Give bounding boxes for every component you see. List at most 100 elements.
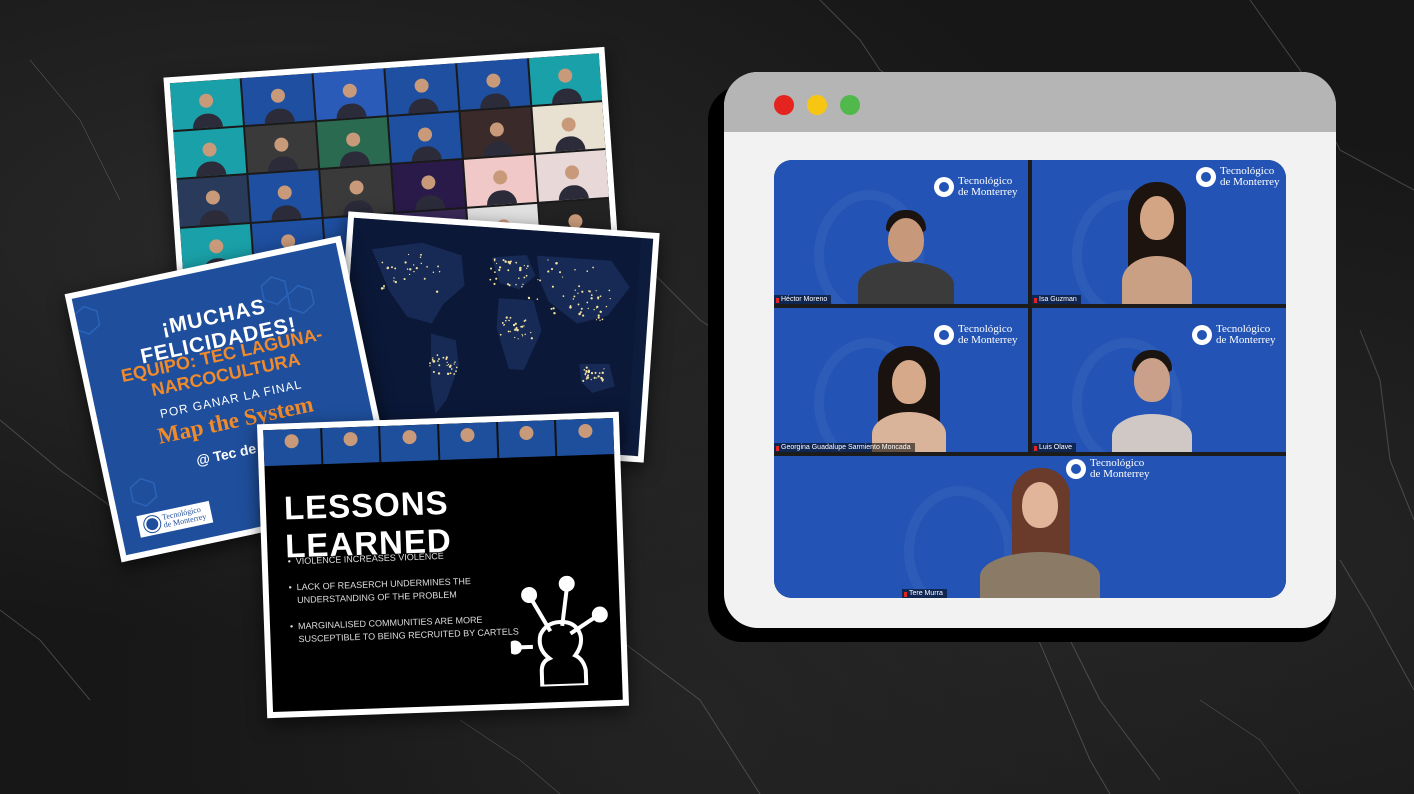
tec-logo-line2: de Monterrey: [1220, 176, 1280, 188]
gallery-tile: [385, 63, 459, 115]
tile-person-body: [479, 92, 511, 110]
tile-person-body: [482, 140, 515, 158]
tile-person-body: [557, 183, 590, 202]
maximize-window-dot[interactable]: [840, 95, 860, 115]
participant-tile[interactable]: Tecnológico de Monterrey Luis Olave: [1032, 308, 1286, 452]
video-call-grid: Tecnológico de Monterrey Héctor Moreno Te…: [774, 160, 1286, 598]
tile-person-body: [263, 107, 296, 125]
gallery-tile: [245, 121, 319, 173]
browser-window: Tecnológico de Monterrey Héctor Moreno Te…: [724, 72, 1336, 628]
tile-person-head: [270, 88, 286, 104]
gallery-tile: [169, 78, 243, 130]
tile-person-head: [205, 190, 221, 205]
gallery-tile: [316, 116, 390, 168]
tec-logo-icon: [1192, 325, 1212, 345]
tile-person-head: [561, 116, 577, 132]
participant-video: [1092, 182, 1222, 304]
strip-tile: [263, 428, 322, 467]
gallery-tile: [392, 160, 466, 212]
participant-video: [844, 210, 964, 304]
gallery-tile: [388, 111, 462, 163]
tile-person-head: [401, 429, 417, 445]
tile-person-head: [414, 78, 430, 94]
tile-person-head: [557, 68, 573, 84]
tile-person-body: [414, 193, 446, 212]
browser-title-bar: [724, 72, 1336, 132]
lessons-learned-card: LESSONS LEARNED VIOLENCE INCREASES VIOLE…: [256, 411, 630, 719]
participant-video: [844, 346, 974, 452]
tec-logo: Tecnológico de Monterrey: [1192, 324, 1276, 346]
participant-name: Isa Guzman: [1032, 295, 1081, 304]
tec-logo: Tecnológico de Monterrey: [934, 324, 1018, 346]
gallery-tile: [320, 165, 394, 217]
tile-person-head: [564, 164, 580, 180]
participant-name: Tere Murra: [902, 589, 947, 598]
tile-person-head: [273, 136, 289, 152]
tile-person-head: [198, 93, 214, 109]
close-window-dot[interactable]: [774, 95, 794, 115]
participant-tile[interactable]: Tecnológico de Monterrey Héctor Moreno: [774, 160, 1028, 304]
tile-person-head: [202, 141, 217, 157]
tile-person-head: [519, 425, 534, 441]
tile-person-body: [195, 160, 227, 179]
participant-tile[interactable]: Tecnológico de Monterrey Georgina Guadalu…: [774, 308, 1028, 452]
strip-tile: [556, 417, 615, 456]
tile-person-head: [208, 238, 224, 254]
minimize-window-dot[interactable]: [807, 95, 827, 115]
participant-video: [970, 468, 1110, 598]
gallery-tile: [532, 101, 606, 153]
participant-name: Luis Olave: [1032, 443, 1077, 452]
participant-tile[interactable]: Tecnológico de Monterrey Isa Guzman: [1032, 160, 1286, 304]
tile-person-body: [339, 150, 371, 168]
tile-person-body: [267, 155, 299, 173]
tile-person-head: [343, 431, 358, 447]
tec-logo-icon: [934, 177, 954, 197]
participant-name: Héctor Moreno: [774, 295, 832, 304]
tec-logo: Tecnológico de Monterrey: [934, 176, 1018, 198]
strip-tile: [497, 420, 556, 458]
participant-tile[interactable]: Tecnológico de Monterrey Tere Murra: [774, 456, 1286, 598]
tec-logo-line2: de Monterrey: [958, 186, 1018, 198]
tile-person-head: [284, 433, 300, 449]
participant-name: Georgina Guadalupe Sarmiento Moncada: [774, 443, 915, 452]
network-head-icon: [508, 575, 608, 688]
tile-person-body: [410, 145, 443, 163]
gallery-tile: [313, 68, 387, 120]
gallery-tile: [173, 126, 247, 179]
tile-person-head: [492, 169, 508, 185]
strip-tile: [439, 422, 497, 461]
tile-person-head: [485, 73, 501, 89]
gallery-tile: [463, 155, 537, 207]
tile-person-body: [486, 188, 518, 207]
gallery-tile: [457, 58, 531, 110]
tile-person-head: [489, 121, 505, 137]
tec-logo-icon: [934, 325, 954, 345]
lessons-bullet: MARGINALISED COMMUNITIES ARE MORE SUSCEP…: [290, 612, 521, 646]
tile-person-body: [554, 135, 586, 153]
tile-person-head: [342, 83, 358, 99]
tec-logo-text: Tecnológico de Monterrey: [1220, 166, 1280, 188]
strip-tile: [321, 426, 380, 465]
tile-person-head: [420, 174, 436, 190]
gallery-tile: [460, 106, 534, 158]
tile-person-head: [349, 180, 365, 195]
tec-logo-line2: de Monterrey: [958, 334, 1018, 346]
lessons-slide: LESSONS LEARNED VIOLENCE INCREASES VIOLE…: [263, 417, 623, 713]
tile-person-head: [417, 126, 433, 142]
world-map-image: [339, 217, 642, 444]
tec-logo-line2: de Monterrey: [1216, 334, 1276, 346]
tec-logo-text: Tecnológico de Monterrey: [958, 324, 1018, 346]
gallery-tile: [241, 73, 315, 125]
participant-video: [1092, 350, 1212, 452]
tile-person-head: [460, 427, 476, 443]
tile-person-head: [277, 185, 293, 200]
tile-person-body: [270, 203, 302, 222]
gallery-tile: [528, 53, 603, 105]
gallery-tile: [248, 170, 322, 222]
lessons-bullet: LACK OF REASERCH UNDERMINES THE UNDERSTA…: [288, 573, 519, 607]
tile-person-head: [577, 423, 593, 439]
tile-person-body: [335, 102, 368, 120]
tile-person-body: [407, 97, 439, 115]
lessons-list: VIOLENCE INCREASES VIOLENCE LACK OF REAS…: [288, 547, 521, 659]
participant-strip: [263, 417, 615, 467]
